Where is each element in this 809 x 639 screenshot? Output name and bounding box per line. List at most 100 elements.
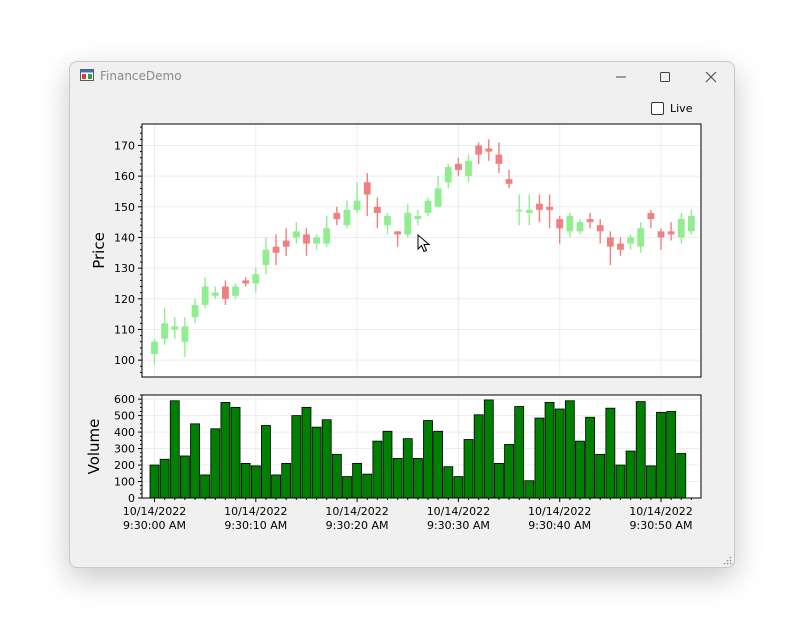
candle-body xyxy=(647,212,655,220)
volume-bar xyxy=(331,453,342,499)
volume-bar xyxy=(453,476,464,499)
volume-bar xyxy=(311,426,322,499)
volume-bar xyxy=(575,440,585,499)
candle-body xyxy=(222,286,229,299)
x-tick-label-date: 10/14/2022 xyxy=(123,505,186,518)
volume-bar xyxy=(504,444,514,499)
volume-bar xyxy=(372,440,383,499)
price-y-tick-label: 160 xyxy=(114,170,135,183)
x-tick-label-time: 9:30:50 AM xyxy=(630,519,693,532)
volume-bar xyxy=(514,406,525,499)
volume-bar xyxy=(210,428,221,499)
finance-chart: 100 110 120 130 140 150 160 170 0 100 200 300 400 500… xyxy=(85,123,702,532)
volume-bar xyxy=(159,458,170,499)
candle-body xyxy=(444,166,452,183)
candle-body xyxy=(505,179,513,184)
volume-bar xyxy=(301,406,312,499)
candle-body xyxy=(394,231,402,235)
candle-body xyxy=(373,206,381,213)
x-tick-label-time: 9:30:00 AM xyxy=(123,519,186,532)
volume-y-tick-label: 500 xyxy=(114,410,135,423)
volume-bar xyxy=(635,401,646,499)
candle-body xyxy=(617,243,624,250)
candle-body xyxy=(596,225,604,232)
x-tick-label-time: 9:30:30 AM xyxy=(427,519,490,532)
x-tick-label-time: 9:30:10 AM xyxy=(224,519,287,532)
volume-bar xyxy=(595,453,606,499)
volume-bar xyxy=(261,425,271,499)
candle-body xyxy=(667,231,675,235)
candle-body xyxy=(272,246,280,253)
volume-bar xyxy=(220,402,231,499)
candle-body xyxy=(434,188,442,207)
volume-bar xyxy=(281,462,292,499)
volume-bar xyxy=(605,407,616,499)
volume-bar xyxy=(554,408,565,499)
candle-body xyxy=(677,219,685,238)
x-tick-label-date: 10/14/2022 xyxy=(427,505,490,518)
candle-body xyxy=(455,163,462,170)
volume-bar xyxy=(230,406,241,499)
x-tick-label-date: 10/14/2022 xyxy=(224,505,287,518)
candle-body xyxy=(252,274,260,284)
volume-bar xyxy=(200,474,211,499)
volume-bar xyxy=(240,462,251,499)
candle-body xyxy=(546,206,553,210)
candle-body xyxy=(333,212,341,220)
candle-body xyxy=(232,286,239,296)
volume-bar xyxy=(190,423,200,499)
volume-y-tick-label: 600 xyxy=(114,393,135,406)
candle-body xyxy=(211,292,219,296)
price-y-tick-label: 110 xyxy=(114,323,135,336)
volume-y-tick-label: 400 xyxy=(114,426,135,439)
volume-bar xyxy=(433,430,444,499)
price-y-tick-label: 150 xyxy=(114,201,135,214)
x-tick-label-time: 9:30:40 AM xyxy=(528,519,591,532)
price-y-tick-label: 140 xyxy=(114,231,135,244)
x-tick-label-date: 10/14/2022 xyxy=(325,505,388,518)
candle-body xyxy=(191,304,199,318)
candle-body xyxy=(576,222,584,232)
volume-bar xyxy=(169,400,180,499)
volume-bar xyxy=(585,416,595,499)
price-y-tick-label: 120 xyxy=(114,293,135,306)
volume-bar xyxy=(352,462,363,499)
price-y-tick-label: 130 xyxy=(114,262,135,275)
volume-bar xyxy=(362,473,373,499)
candle-body xyxy=(303,234,310,244)
candle-body xyxy=(485,148,493,152)
candle-body xyxy=(566,216,574,232)
resize-grip-icon[interactable] xyxy=(723,556,732,565)
volume-bar xyxy=(494,462,504,499)
candle-body xyxy=(181,326,189,342)
candle-body xyxy=(475,145,483,155)
candle-body xyxy=(657,231,665,238)
volume-bar xyxy=(179,455,190,499)
candle-body xyxy=(323,228,331,244)
candle-body xyxy=(282,240,290,247)
volume-bar xyxy=(666,411,677,499)
candle-body xyxy=(242,280,250,284)
candle-body xyxy=(536,203,543,210)
candle-body xyxy=(414,216,422,220)
volume-bar xyxy=(291,415,302,499)
volume-bar xyxy=(382,430,393,499)
candle-body xyxy=(424,200,432,213)
x-tick-label-date: 10/14/2022 xyxy=(629,505,692,518)
volume-bar xyxy=(443,466,454,499)
volume-bar xyxy=(615,464,626,499)
x-tick-label-time: 9:30:20 AM xyxy=(326,519,389,532)
volume-y-tick-label: 0 xyxy=(128,492,135,505)
volume-bar xyxy=(463,439,474,499)
candle-body xyxy=(161,323,169,339)
volume-y-tick-label: 200 xyxy=(114,459,135,472)
volume-bar xyxy=(656,411,666,499)
candle-body xyxy=(404,212,412,235)
candle-body xyxy=(586,219,594,223)
volume-bar xyxy=(250,465,261,499)
x-tick-label-date: 10/14/2022 xyxy=(528,505,591,518)
volume-bar xyxy=(645,465,656,499)
volume-bar xyxy=(564,400,575,499)
candle-body xyxy=(627,237,635,244)
volume-bar xyxy=(483,399,494,499)
